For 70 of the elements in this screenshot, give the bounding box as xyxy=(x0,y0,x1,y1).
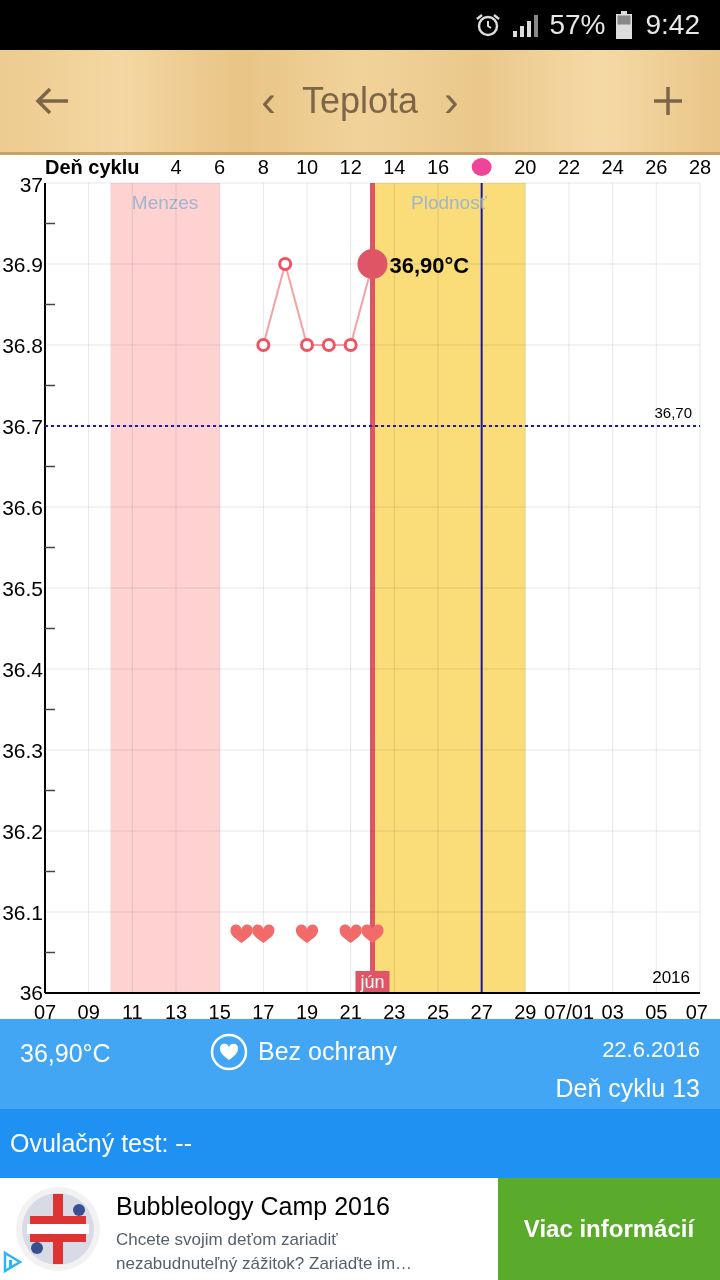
x-tick-label: 17 xyxy=(252,1001,275,1019)
y-tick-label: 36.5 xyxy=(2,576,43,600)
data-point xyxy=(343,338,358,352)
signal-icon xyxy=(511,13,540,37)
next-button[interactable]: › xyxy=(444,79,459,123)
cycle-day-label: 26 xyxy=(645,156,668,178)
y-tick-label: 36.8 xyxy=(2,333,43,357)
x-tick-label: 21 xyxy=(339,1001,362,1019)
x-tick-label: 03 xyxy=(601,1001,624,1019)
x-tick-label: 07 xyxy=(33,1001,57,1019)
point-value-label: 36,90°C xyxy=(389,252,470,278)
battery-icon xyxy=(615,11,632,39)
cycle-day-label: 24 xyxy=(601,156,624,178)
y-tick-label: 36.4 xyxy=(2,657,43,681)
data-point xyxy=(300,338,314,352)
clock: 9:42 xyxy=(645,8,700,42)
ovulation-test-label: Ovulačný test: -- xyxy=(10,1127,192,1159)
y-tick-label: 36.9 xyxy=(2,252,43,276)
cycle-day-label: 10 xyxy=(295,156,319,178)
cycle-day-label: 28 xyxy=(688,156,712,178)
band-label: Menzes xyxy=(131,191,199,213)
back-arrow-icon xyxy=(34,86,70,116)
date-label: 22.6.2016 xyxy=(602,1036,700,1064)
cycle-day-label: 12 xyxy=(339,156,362,178)
x-tick-label: 07/01 xyxy=(543,1001,595,1019)
x-tick-label: 19 xyxy=(295,1001,319,1019)
cycle-day-label: 4 xyxy=(170,156,182,178)
data-point xyxy=(278,257,293,271)
temperature-value: 36,90°C xyxy=(20,1038,112,1069)
selected-point xyxy=(357,249,388,279)
cycle-day-label: 14 xyxy=(383,156,406,178)
y-tick-label: 36 xyxy=(19,980,43,1004)
cycle-day-label: 16 xyxy=(426,156,450,178)
x-tick-label: 05 xyxy=(645,1001,668,1019)
y-tick-label: 36.7 xyxy=(2,414,43,438)
x-tick-label: 11 xyxy=(121,1001,143,1019)
x-tick-label: 13 xyxy=(164,1001,188,1019)
year-label: 2016 xyxy=(652,967,690,987)
ad-choices-icon[interactable] xyxy=(2,1250,22,1274)
y-tick-label: 36.6 xyxy=(2,495,43,519)
x-tick-label: 09 xyxy=(77,1001,100,1019)
cycle-day-label: Deň cyklu 13 xyxy=(555,1073,700,1104)
ad-description: Chcete svojim deťom zariadiť nezabudnuteľný zážitok? Zariaďte im… xyxy=(116,1228,414,1275)
x-tick-label: 29 xyxy=(514,1001,537,1019)
cycle-day-label: 20 xyxy=(514,156,537,178)
x-tick-label: 15 xyxy=(208,1001,231,1019)
data-point xyxy=(321,338,336,352)
x-tick-label: 25 xyxy=(426,1001,450,1019)
cycle-day-label: 8 xyxy=(257,156,269,178)
data-point xyxy=(256,338,271,352)
cycle-day-label: 22 xyxy=(557,156,581,178)
y-tick-label: 36.2 xyxy=(2,819,43,843)
cycle-day-label: 6 xyxy=(214,156,226,178)
threshold-label: 36,70 xyxy=(654,403,692,421)
battery-percent: 57% xyxy=(549,8,606,42)
alarm-icon xyxy=(475,12,502,38)
y-tick-label: 36.1 xyxy=(2,900,43,924)
screen-title: Teplota xyxy=(301,79,419,123)
x-tick-label: 07 xyxy=(685,1001,708,1019)
cycle-axis-title: Deň cyklu xyxy=(45,156,140,178)
ad-title: Bubbleology Camp 2016 xyxy=(116,1191,391,1222)
x-tick-label: 23 xyxy=(383,1001,406,1019)
y-tick-label: 36.3 xyxy=(2,738,43,762)
plus-icon xyxy=(652,85,684,117)
month-tag: jún xyxy=(355,971,390,993)
y-tick-label: 37 xyxy=(19,172,43,196)
previous-button[interactable]: ‹ xyxy=(261,79,276,123)
more-info-button[interactable]: Viac informácií xyxy=(498,1178,720,1280)
x-tick-label: 27 xyxy=(470,1001,493,1019)
protection-status: Bez ochrany xyxy=(258,1036,397,1068)
